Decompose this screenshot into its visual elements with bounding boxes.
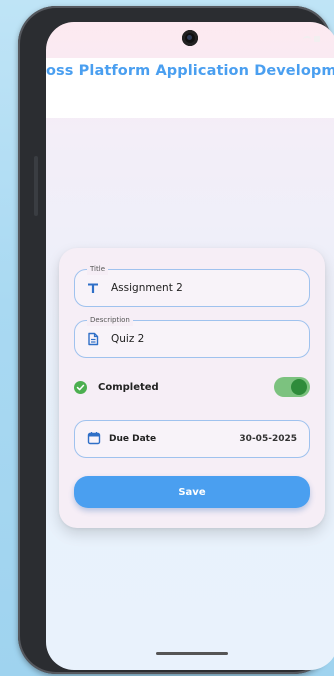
text-format-icon [85, 280, 101, 296]
battery-icon [314, 36, 320, 42]
title-field[interactable]: Title Assignment 2 [74, 263, 310, 307]
description-field-value: Quiz 2 [111, 333, 145, 345]
completed-label: Completed [98, 381, 159, 393]
save-button[interactable]: Save [74, 476, 310, 508]
status-icons [303, 36, 320, 42]
title-field-value: Assignment 2 [111, 282, 183, 294]
page-title: Cross Platform Application Development -… [46, 63, 334, 79]
wifi-icon [303, 36, 311, 42]
front-camera [182, 30, 198, 46]
toggle-knob [291, 379, 307, 395]
due-date-picker[interactable]: Due Date 30-05-2025 [74, 420, 310, 458]
title-field-label: Title [87, 263, 109, 275]
home-indicator[interactable] [156, 652, 228, 655]
task-form-card: Title Assignment 2 Description Quiz 2 Co… [59, 248, 325, 528]
description-field[interactable]: Description Quiz 2 [74, 314, 310, 358]
app-bar: Cross Platform Application Development -… [46, 58, 334, 118]
phone-frame: Cross Platform Application Development -… [18, 6, 334, 674]
completed-toggle[interactable] [274, 377, 310, 397]
app-screen: Cross Platform Application Development -… [46, 22, 334, 670]
phone-side-button [34, 156, 38, 216]
check-circle-icon [74, 380, 87, 394]
description-field-label: Description [87, 314, 133, 326]
calendar-icon [87, 430, 101, 449]
due-date-label: Due Date [109, 434, 157, 444]
completed-row: Completed [74, 376, 310, 398]
document-icon [85, 331, 101, 347]
due-date-value: 30-05-2025 [239, 434, 297, 444]
